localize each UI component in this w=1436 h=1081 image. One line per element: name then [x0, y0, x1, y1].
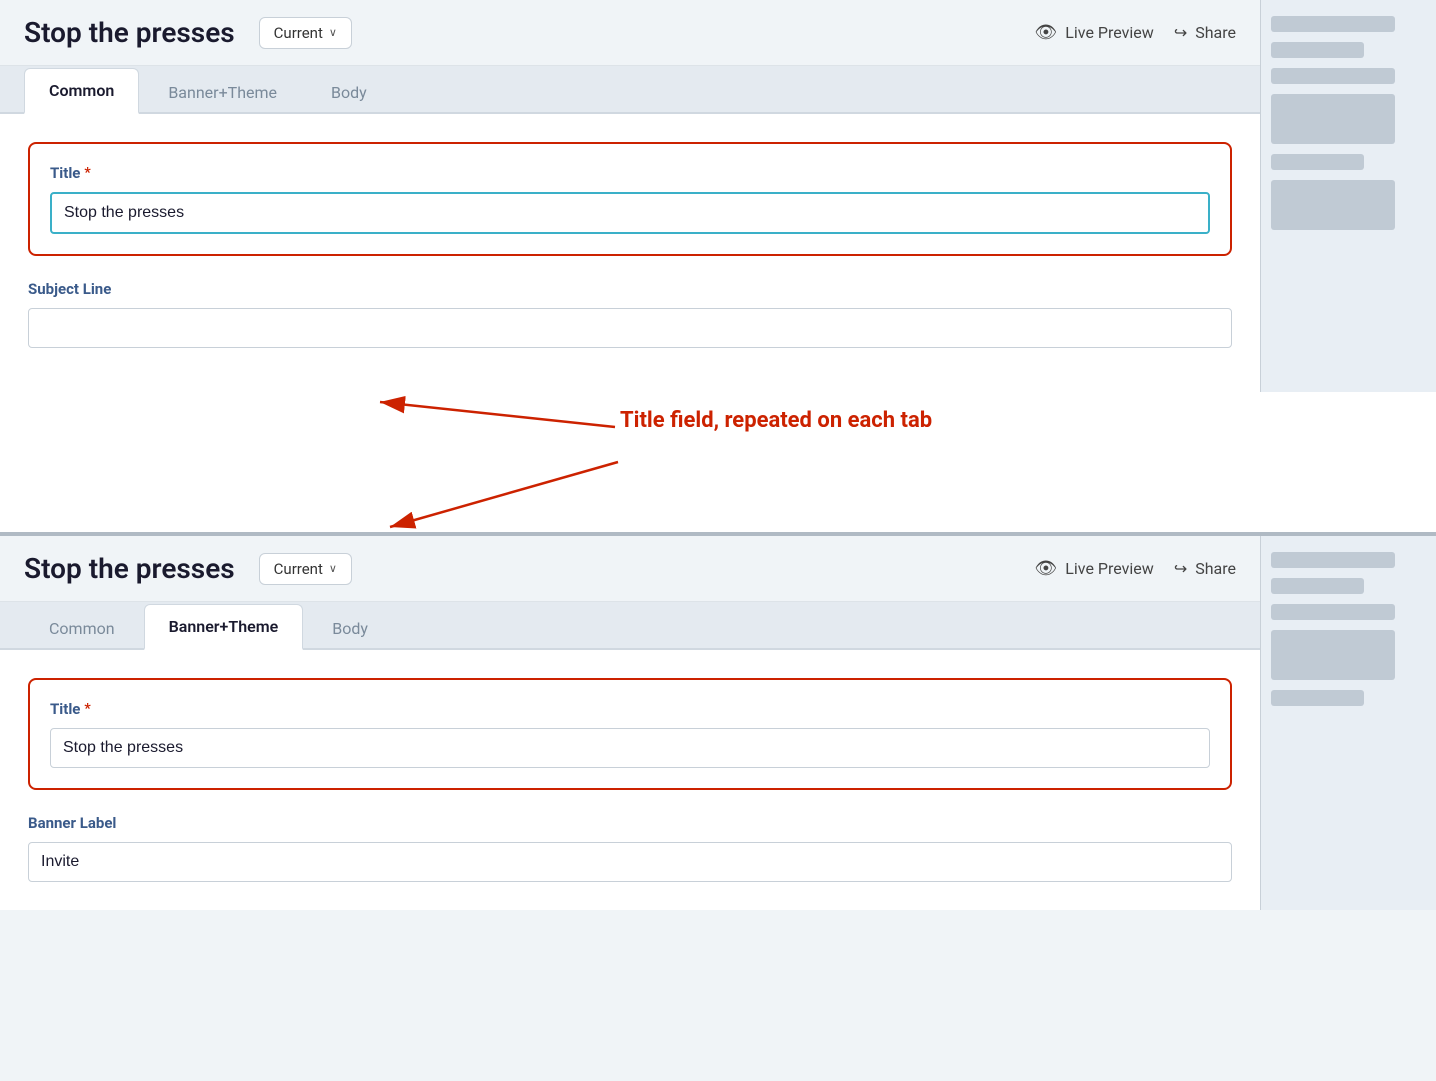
sidebar-bar-3 [1271, 68, 1395, 84]
share-label-bottom: Share [1195, 559, 1236, 578]
share-button[interactable]: ↪ Share [1174, 23, 1236, 42]
subject-input-top[interactable] [28, 308, 1232, 348]
live-preview-button-bottom[interactable]: 👁 Live Preview [1034, 558, 1153, 579]
sidebar-bar-2 [1271, 42, 1364, 58]
tab-banner-theme-top[interactable]: Banner+Theme [143, 70, 302, 114]
sidebar-bar-b3 [1271, 604, 1395, 620]
live-preview-label: Live Preview [1065, 23, 1154, 42]
page-title: Stop the presses [24, 16, 235, 49]
sidebar-bar-1 [1271, 16, 1395, 32]
sidebar-bar-b1 [1271, 552, 1395, 568]
version-label: Current [274, 24, 323, 42]
top-panel-header: Stop the presses Current ∨ 👁 Live Previe… [0, 0, 1260, 66]
live-preview-label-bottom: Live Preview [1065, 559, 1154, 578]
bottom-panel-header: Stop the presses Current ∨ 👁 Live Previe… [0, 536, 1260, 602]
subject-section-top: Subject Line [28, 280, 1232, 348]
banner-label-section: Banner Label [28, 814, 1232, 882]
title-label-top: Title * [50, 164, 1210, 182]
tab-body-bottom[interactable]: Body [307, 606, 393, 650]
sidebar-bar-6 [1271, 180, 1395, 230]
live-preview-button[interactable]: 👁 Live Preview [1034, 22, 1153, 43]
right-sidebar-top [1260, 0, 1436, 392]
banner-label-input[interactable] [28, 842, 1232, 882]
sidebar-bar-4 [1271, 94, 1395, 144]
share-button-bottom[interactable]: ↪ Share [1174, 559, 1236, 578]
title-input-bottom[interactable] [50, 728, 1210, 768]
title-input-top[interactable] [50, 192, 1210, 234]
sidebar-bar-b4 [1271, 630, 1395, 680]
title-field-group-bottom: Title * [28, 678, 1232, 790]
share-icon-bottom: ↪ [1174, 559, 1187, 578]
bottom-content-area: Title * Banner Label [0, 650, 1260, 910]
sidebar-bar-b5 [1271, 690, 1364, 706]
right-sidebar-bottom [1260, 536, 1436, 910]
tab-common-bottom[interactable]: Common [24, 606, 140, 650]
eye-icon-bottom: 👁 [1034, 558, 1057, 579]
share-icon: ↪ [1174, 23, 1187, 42]
version-dropdown-bottom[interactable]: Current ∨ [259, 553, 352, 585]
version-dropdown[interactable]: Current ∨ [259, 17, 352, 49]
share-label: Share [1195, 23, 1236, 42]
annotation-text: Title field, repeated on each tab [620, 407, 932, 436]
tab-banner-theme-bottom[interactable]: Banner+Theme [144, 604, 304, 650]
header-actions-bottom: 👁 Live Preview ↪ Share [1034, 558, 1236, 579]
required-star-top: * [84, 165, 90, 181]
header-actions: 👁 Live Preview ↪ Share [1034, 22, 1236, 43]
required-star-bottom: * [84, 701, 90, 717]
tab-body-top[interactable]: Body [306, 70, 392, 114]
bottom-tabs-bar: Common Banner+Theme Body [0, 602, 1260, 650]
top-content-area: Title * Subject Line [0, 114, 1260, 392]
top-tabs-bar: Common Banner+Theme Body [0, 66, 1260, 114]
title-label-bottom: Title * [50, 700, 1210, 718]
eye-icon: 👁 [1034, 22, 1057, 43]
page-title-bottom: Stop the presses [24, 552, 235, 585]
sidebar-bar-b2 [1271, 578, 1364, 594]
chevron-down-icon-bottom: ∨ [329, 562, 337, 575]
banner-label-label: Banner Label [28, 814, 1232, 832]
version-label-bottom: Current [274, 560, 323, 578]
title-field-group-top: Title * [28, 142, 1232, 256]
sidebar-bar-5 [1271, 154, 1364, 170]
subject-label-top: Subject Line [28, 280, 1232, 298]
chevron-down-icon: ∨ [329, 26, 337, 39]
tab-common-top[interactable]: Common [24, 68, 139, 114]
